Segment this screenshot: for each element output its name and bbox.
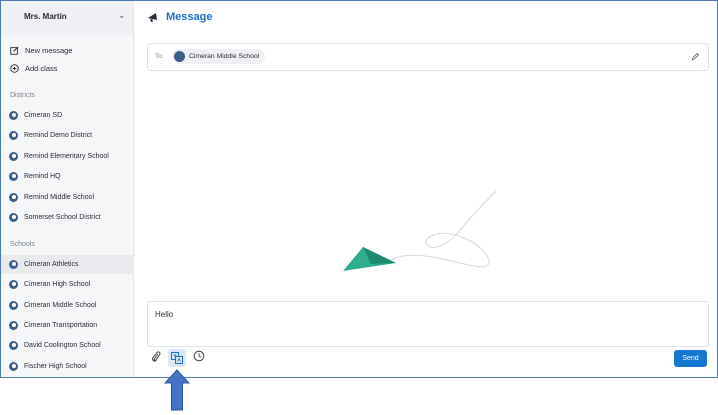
sidebar-item-label: Cimeran Athletics — [24, 261, 79, 268]
school-avatar-icon — [9, 321, 18, 330]
sidebar-item-label: Fischer High School — [24, 363, 87, 370]
recipient-field[interactable]: To: Cimeran Middle School — [147, 43, 709, 71]
sidebar-item-district[interactable]: Somerset School District — [1, 208, 133, 227]
chevron-down-icon: ⌄ — [118, 10, 126, 20]
school-avatar-icon — [9, 213, 18, 222]
districts-heading: Districts — [10, 92, 35, 99]
sidebar-item-label: Cimeran Transportation — [24, 322, 98, 329]
sidebar-item-label: Remind HQ — [24, 173, 61, 180]
sidebar-item-district[interactable]: Remind HQ — [1, 167, 133, 186]
message-text: Hello — [155, 310, 174, 319]
sidebar-item-school[interactable]: Cimeran Middle School — [1, 296, 133, 315]
page-title: Message — [166, 11, 213, 23]
sidebar-item-label: Somerset School District — [24, 214, 101, 221]
school-avatar-icon — [9, 193, 18, 202]
recipient-name: Cimeran Middle School — [189, 53, 260, 60]
school-avatar-icon — [9, 301, 18, 310]
clock-icon[interactable] — [193, 350, 205, 362]
sidebar-item-district[interactable]: Remind Demo District — [1, 126, 133, 145]
paperclip-icon[interactable] — [151, 350, 161, 363]
sidebar-item-district[interactable]: Remind Elementary School — [1, 147, 133, 166]
sidebar-item-district[interactable]: Remind Middle School — [1, 188, 133, 207]
paper-plane-illustration — [343, 191, 497, 271]
sidebar-item-label: Remind Elementary School — [24, 153, 109, 160]
user-menu[interactable]: Mrs. Martin ⌄ — [1, 1, 133, 35]
school-avatar-icon — [9, 260, 18, 269]
add-circle-icon — [10, 63, 19, 73]
add-class-label: Add class — [25, 63, 58, 73]
school-avatar-icon — [9, 131, 18, 140]
sidebar-item-school[interactable]: Fischer High School — [1, 357, 133, 376]
school-avatar-icon — [9, 172, 18, 181]
sidebar: Mrs. Martin ⌄ New message Add class Dist… — [1, 1, 134, 377]
school-avatar-icon — [9, 152, 18, 161]
school-avatar-icon — [9, 362, 18, 371]
sidebar-item-label: Remind Demo District — [24, 132, 93, 139]
new-message-label: New message — [25, 45, 73, 55]
sidebar-item-district[interactable]: Cimeran SD — [1, 106, 133, 125]
sidebar-item-label: Cimeran SD — [24, 112, 63, 119]
sidebar-item-school[interactable]: Cimeran High School — [1, 275, 133, 294]
schools-heading: Schools — [10, 241, 35, 248]
add-class-button[interactable]: Add class — [10, 61, 58, 75]
school-avatar-icon — [9, 280, 18, 289]
sidebar-item-school[interactable]: Cimeran Athletics — [1, 255, 133, 274]
school-avatar-icon — [9, 111, 18, 120]
sidebar-item-school[interactable]: Cimeran Transportation — [1, 316, 133, 335]
school-avatar-icon — [9, 341, 18, 350]
to-label: To: — [155, 53, 164, 60]
compose-icon — [10, 46, 19, 55]
page-header: Message — [147, 11, 212, 23]
sidebar-item-label: David Coolington School — [24, 342, 101, 349]
sidebar-item-school[interactable]: David Coolington School — [1, 336, 133, 355]
new-message-button[interactable]: New message — [10, 43, 73, 57]
translate-icon — [171, 352, 183, 364]
sidebar-item-label: Cimeran Middle School — [24, 302, 97, 309]
school-avatar-icon — [174, 51, 185, 62]
recipient-chip[interactable]: Cimeran Middle School — [172, 49, 266, 64]
message-input[interactable]: Hello — [147, 301, 709, 347]
user-name: Mrs. Martin — [24, 12, 67, 21]
sidebar-item-label: Cimeran High School — [24, 281, 91, 288]
translate-button[interactable] — [168, 349, 186, 367]
pencil-icon[interactable] — [691, 52, 700, 61]
sidebar-item-label: Remind Middle School — [24, 194, 95, 201]
send-button[interactable]: Send — [674, 350, 707, 367]
arrow-up-icon — [164, 369, 190, 411]
megaphone-icon — [148, 13, 157, 22]
app-window: Mrs. Martin ⌄ New message Add class Dist… — [0, 0, 718, 378]
